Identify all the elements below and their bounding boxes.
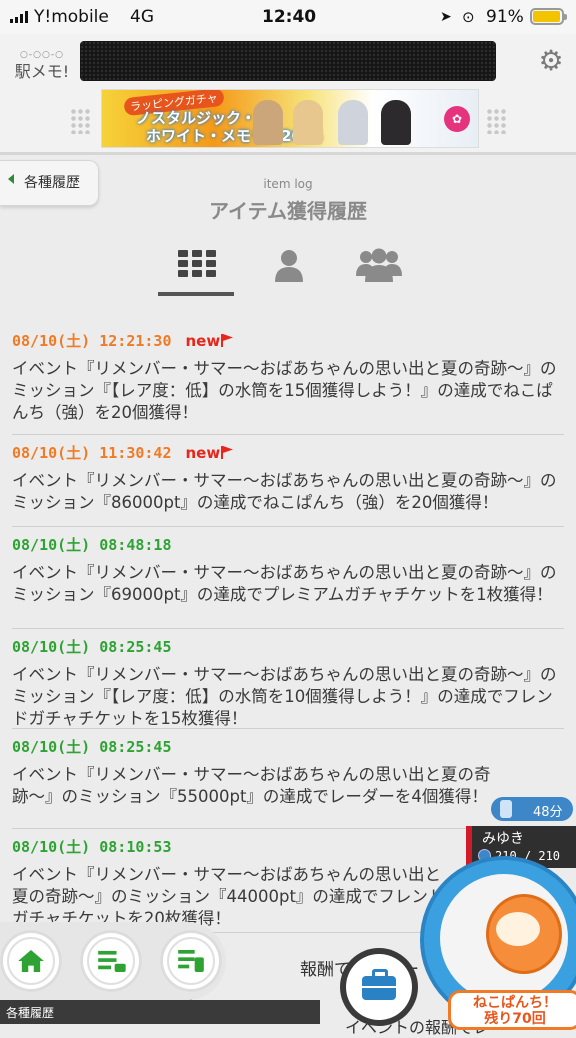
speaker-right: [486, 108, 506, 134]
led-ticker: [80, 41, 496, 81]
new-badge: new: [185, 444, 221, 462]
entry-text: イベント『リメンバー・サマー〜おばあちゃんの思い出と夏の奇跡〜』のミッション『5…: [12, 765, 491, 806]
list-item: 08/10(土) 12:21:30 new イベント『リメンバー・サマー〜おばあち…: [12, 330, 564, 435]
gacha-banner[interactable]: ラッピングガチャ ノスタルジック・ ホワイト・メモリー2024 ✿: [102, 90, 478, 147]
entry-datetime: 08/10(土) 08:25:45: [12, 738, 172, 756]
grid-icon: [178, 248, 216, 280]
log-list-button[interactable]: [160, 930, 222, 992]
network-label: 4G: [130, 7, 154, 27]
group-icon: [356, 248, 402, 282]
rotation-lock-icon: ⊙: [462, 8, 475, 26]
clock: 12:40: [262, 7, 317, 27]
entry-text: イベント『リメンバー・サマー〜おばあちゃんの思い出と夏の奇跡〜』のミッション『【…: [12, 359, 557, 422]
entry-datetime: 08/10(土) 12:21:30: [12, 332, 172, 350]
app-logo: ○-○○-○ 駅メモ!: [14, 50, 70, 81]
neko-punch-button[interactable]: ねこぱんち！ 残り70回: [420, 856, 576, 1030]
entry-datetime: 08/10(土) 11:30:42: [12, 444, 172, 462]
app-header: ○-○○-○ 駅メモ! ⚙ ラッピングガチャ ノスタルジック・ ホワイト・メモリ…: [0, 34, 576, 155]
nav-caption-bar: 各種履歴: [0, 1000, 320, 1024]
briefcase-icon: [362, 969, 396, 1000]
tab-personal[interactable]: [250, 244, 326, 292]
new-badge: new: [185, 332, 221, 350]
entry-text: イベント『リメンバー・サマー〜おばあちゃんの思い出と夏の奇跡〜』のミッション『6…: [12, 563, 557, 604]
speaker-left: [70, 108, 90, 134]
banner-characters: [253, 92, 428, 147]
timer-label: 48分: [533, 805, 563, 820]
items-button[interactable]: [340, 948, 418, 1026]
tab-items[interactable]: [158, 244, 234, 296]
page-title: アイテム獲得履歴: [209, 199, 367, 223]
list-item: 08/10(土) 08:25:45 イベント『リメンバー・サマー〜おばあちゃんの…: [12, 728, 564, 829]
entry-text: イベント『リメンバー・サマー〜おばあちゃんの思い出と夏の奇跡〜』のミッション『【…: [12, 665, 557, 728]
entry-text: イベント『リメンバー・サマー〜おばあちゃんの思い出と夏の奇跡〜』のミッション『8…: [12, 471, 557, 512]
entry-datetime: 08/10(土) 08:48:18: [12, 536, 172, 554]
flag-icon: [221, 446, 234, 459]
battery-icon: [530, 8, 567, 25]
tab-group[interactable]: [342, 244, 418, 292]
punch-label: ねこぱんち！ 残り70回: [448, 990, 576, 1030]
battery-timer-badge[interactable]: 48分: [491, 797, 573, 821]
list-item: 08/10(土) 08:25:45 イベント『リメンバー・サマー〜おばあちゃんの…: [12, 628, 564, 729]
person-icon: [275, 250, 303, 282]
gear-icon[interactable]: ⚙: [536, 46, 566, 76]
page-subtitle: item log: [263, 177, 313, 191]
banner-badge-icon: ✿: [444, 106, 470, 132]
status-bar: Y!mobile 4G 12:40 ➤ ⊙ 91%: [0, 0, 576, 34]
list-item: 08/10(土) 08:48:18 イベント『リメンバー・サマー〜おばあちゃんの…: [12, 526, 564, 629]
list-train-icon: [98, 950, 126, 972]
battery-percent: 91%: [486, 7, 524, 27]
entry-datetime: 08/10(土) 08:25:45: [12, 638, 172, 656]
list-rail-icon: [178, 950, 204, 972]
punch-remaining: 残り70回: [484, 1011, 546, 1027]
bottom-nav: [0, 922, 226, 1000]
cat-face-icon: [496, 912, 540, 946]
station-list-button[interactable]: [80, 930, 142, 992]
home-icon: [18, 950, 44, 972]
log-tabs: [0, 244, 576, 300]
battery-small-icon: [500, 800, 512, 818]
home-button[interactable]: [0, 930, 62, 992]
location-icon: ➤: [440, 9, 452, 25]
signal-icon: [10, 11, 30, 23]
carrier-label: Y!mobile: [34, 7, 109, 27]
partner-name: みゆき: [482, 831, 524, 847]
list-item: 08/10(土) 11:30:42 new イベント『リメンバー・サマー〜おばあち…: [12, 434, 564, 527]
nav-caption: 各種履歴: [6, 1006, 55, 1020]
punch-title: ねこぱんち！: [473, 995, 557, 1011]
flag-icon: [221, 334, 234, 347]
